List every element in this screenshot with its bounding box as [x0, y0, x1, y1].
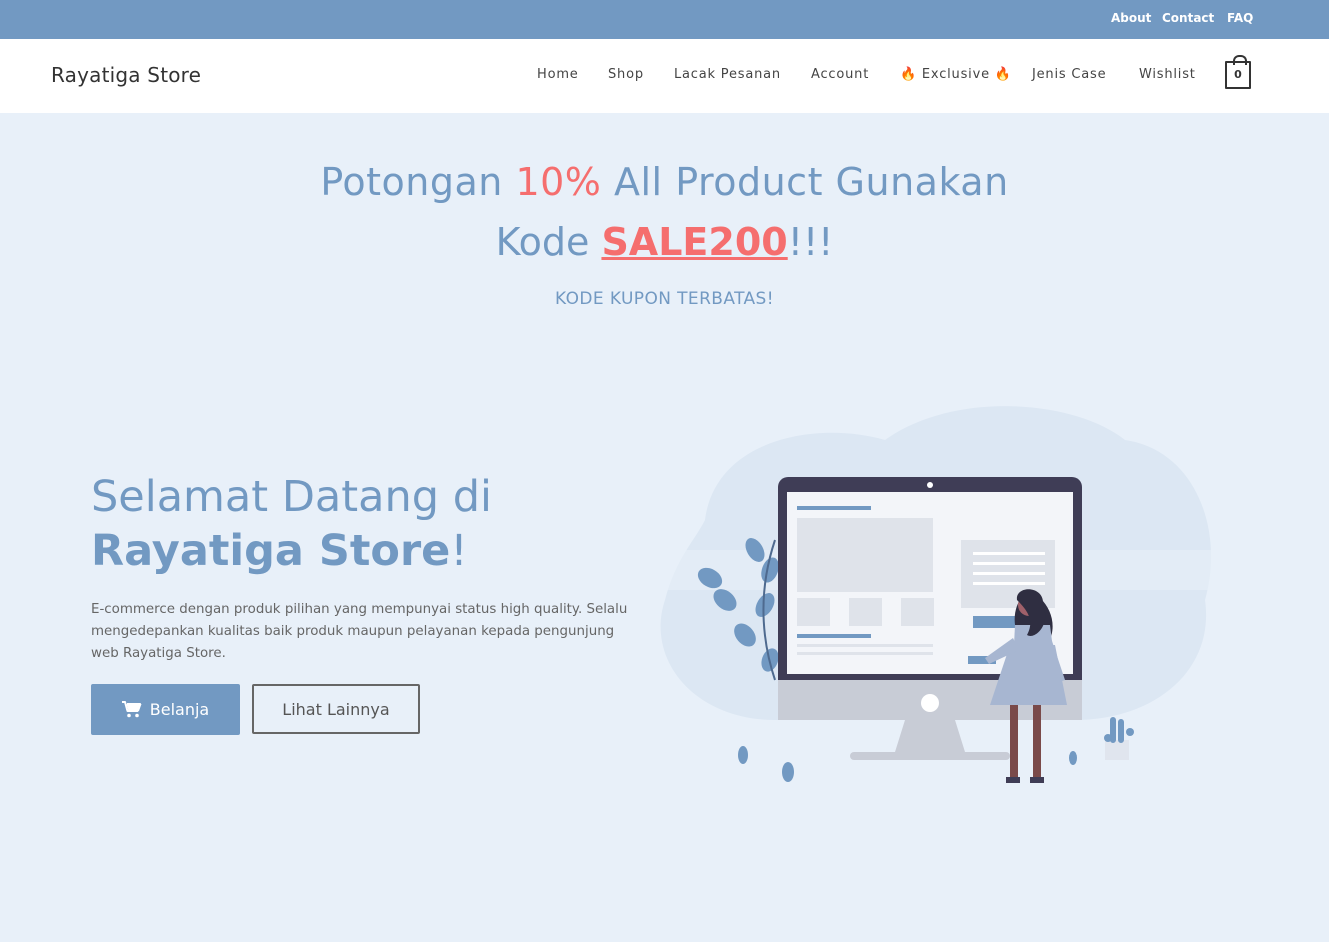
promo-headline-line1: Potongan 10% All Product Gunakan — [0, 160, 1329, 204]
top-bar: About Contact FAQ — [0, 0, 1329, 39]
nav-exclusive[interactable]: 🔥 Exclusive 🔥 — [900, 67, 1012, 82]
about-link[interactable]: About — [1111, 11, 1151, 25]
promo-headline-line2: Kode SALE200!!! — [0, 220, 1329, 264]
see-more-button[interactable]: Lihat Lainnya — [252, 684, 420, 734]
shop-button-label: Belanja — [149, 700, 210, 719]
nav-lacak-pesanan[interactable]: Lacak Pesanan — [674, 67, 781, 82]
promo-discount: 10% — [515, 160, 602, 204]
promo-text: Kode — [495, 220, 602, 264]
shopping-cart-icon — [121, 701, 142, 718]
hero-description: E-commerce dengan produk pilihan yang me… — [91, 602, 628, 661]
nav-wishlist[interactable]: Wishlist — [1139, 67, 1196, 82]
nav-home[interactable]: Home — [537, 67, 579, 82]
hero-title-brand: Rayatiga Store — [91, 526, 451, 576]
promo-text: Potongan — [320, 160, 516, 204]
hero-illustration — [655, 406, 1225, 783]
promo-text: All Product Gunakan — [601, 160, 1009, 204]
cart-count: 0 — [1234, 68, 1242, 81]
shop-button[interactable]: Belanja — [91, 684, 240, 735]
hero-title-line1: Selamat Datang di — [91, 472, 492, 522]
faq-link[interactable]: FAQ — [1227, 11, 1253, 25]
nav-jenis-case[interactable]: Jenis Case — [1032, 67, 1106, 82]
promo-text: !!! — [787, 220, 834, 264]
promo-subtitle: KODE KUPON TERBATAS! — [555, 289, 774, 309]
site-header: Rayatiga Store Home Shop Lacak Pesanan A… — [0, 39, 1329, 113]
contact-link[interactable]: Contact — [1162, 11, 1214, 25]
nav-shop[interactable]: Shop — [608, 67, 644, 82]
site-brand[interactable]: Rayatiga Store — [51, 63, 201, 87]
shopping-bag-icon[interactable]: 0 — [1225, 55, 1251, 89]
promo-code[interactable]: SALE200 — [601, 220, 787, 264]
nav-account[interactable]: Account — [811, 67, 869, 82]
hero-title-end: ! — [450, 526, 468, 576]
hero-title: Selamat Datang di Rayatiga Store! — [91, 470, 492, 578]
